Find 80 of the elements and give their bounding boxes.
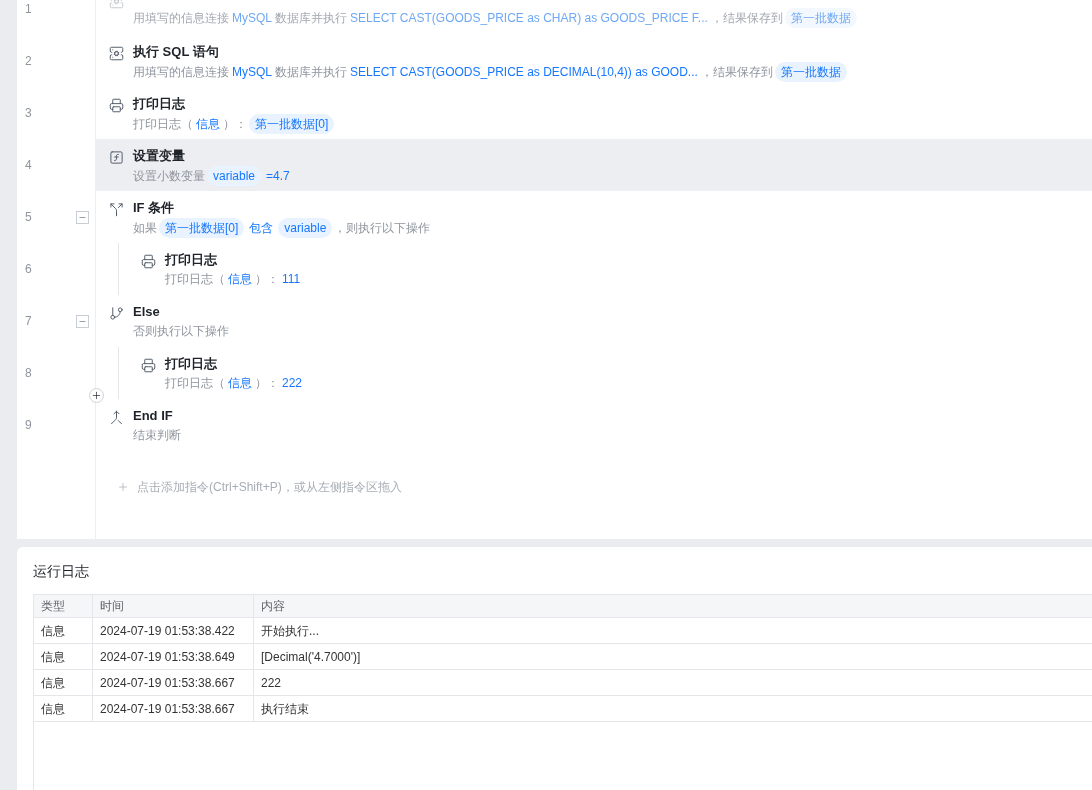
table-cell: 2024-07-19 01:53:38.667 [93,670,254,695]
value-text: 111 [282,271,301,288]
step-title: 打印日志 [133,95,186,113]
value-text: MySQL [232,64,272,81]
value-text: MySQL [232,10,272,27]
description-text: 结束判断 [133,427,181,444]
printer-icon [141,358,156,373]
value-text: 包含 [249,220,274,237]
step-title: 打印日志 [165,355,218,373]
collapse-button[interactable] [76,315,89,328]
column-header: 内容 [260,598,286,615]
printer-icon [141,254,156,269]
line-number: 5 [25,209,32,226]
table-cell: 信息 [34,670,93,695]
printer-icon [109,98,124,113]
table-cell: 信息 [34,644,93,669]
line-number: 2 [25,53,32,70]
collapse-button[interactable] [76,211,89,224]
variable-tag: variable [207,166,262,186]
table-cell: 2024-07-19 01:53:38.667 [93,696,254,721]
merge-icon [109,410,124,425]
description-text: 打印日志（ [165,375,225,392]
variable-tag: 第一批数据[0] [249,114,335,134]
line-number: 3 [25,105,32,122]
log-title: 运行日志 [33,562,90,581]
step-title: Else [133,303,161,321]
function-icon [109,150,124,165]
plus-icon [91,390,102,401]
description-text: ）： [223,116,247,133]
description-text: 数据库并执行 [275,64,347,81]
table-cell: 信息 [34,618,93,643]
variable-tag: 第一批数据 [774,62,847,82]
step-row[interactable]: 设置变量 设置小数变量 variable =4.7 [96,139,1092,191]
step-title: End IF [133,407,174,425]
table-cell: 信息 [34,696,93,721]
description-text: ）： [255,271,279,288]
line-number: 4 [25,157,32,174]
table-cell-text: 222 [260,674,283,692]
step-title: 打印日志 [165,251,218,269]
line-number: 9 [25,417,32,434]
description-text: 设置小数变量 [133,168,205,185]
description-text: 数据库并执行 [275,10,347,27]
column-header: 类型 [34,595,93,617]
step-title: 设置变量 [133,147,186,165]
add-icon [117,481,129,493]
description-text: 如果 [133,220,157,237]
line-number: 1 [25,1,32,18]
variable-tag: 第一批数据 [784,8,857,28]
description-text: 用填写的信息连接 [133,64,229,81]
table-cell: 2024-07-19 01:53:38.649 [93,644,254,669]
description-text: ，则执行以下操作 [334,220,431,237]
value-text: =4.7 [266,168,290,185]
line-number: 6 [25,261,32,278]
description-text: ）： [255,375,279,392]
column-header: 时间 [93,595,254,617]
line-number: 8 [25,365,32,382]
description-text: 用填写的信息连接 [133,10,229,27]
line-number: 7 [25,313,32,330]
split-icon [109,202,124,217]
value-text: SELECT CAST(GOODS_PRICE as CHAR) as GOODS_PRICE F... [350,10,708,27]
value-text: 信息 [228,271,252,288]
description-text: ，结果保存到 [700,64,773,81]
table-cell: 2024-07-19 01:53:38.422 [93,618,254,643]
server-gear-icon [109,46,124,61]
table-cell-text: 执行结束 [260,700,310,718]
description-text: 打印日志（ [133,116,193,133]
variable-tag: variable [278,218,333,238]
value-text: 信息 [196,116,220,133]
description-text: 打印日志（ [165,271,225,288]
value-text: 信息 [228,375,252,392]
value-text: 222 [282,375,303,392]
step-title: IF 条件 [133,199,176,217]
table-cell-text: [Decimal('4.7000')] [260,648,362,666]
description-text: 否则执行以下操作 [133,323,229,340]
description-text: ，结果保存到 [710,10,783,27]
step-title: 执行 SQL 语句 [133,43,220,61]
branch-icon [109,306,124,321]
table-cell-text: 开始执行... [260,622,320,640]
value-text: SELECT CAST(GOODS_PRICE as DECIMAL(10,4)) as GOOD... [350,64,698,81]
variable-tag: 第一批数据[0] [159,218,245,238]
